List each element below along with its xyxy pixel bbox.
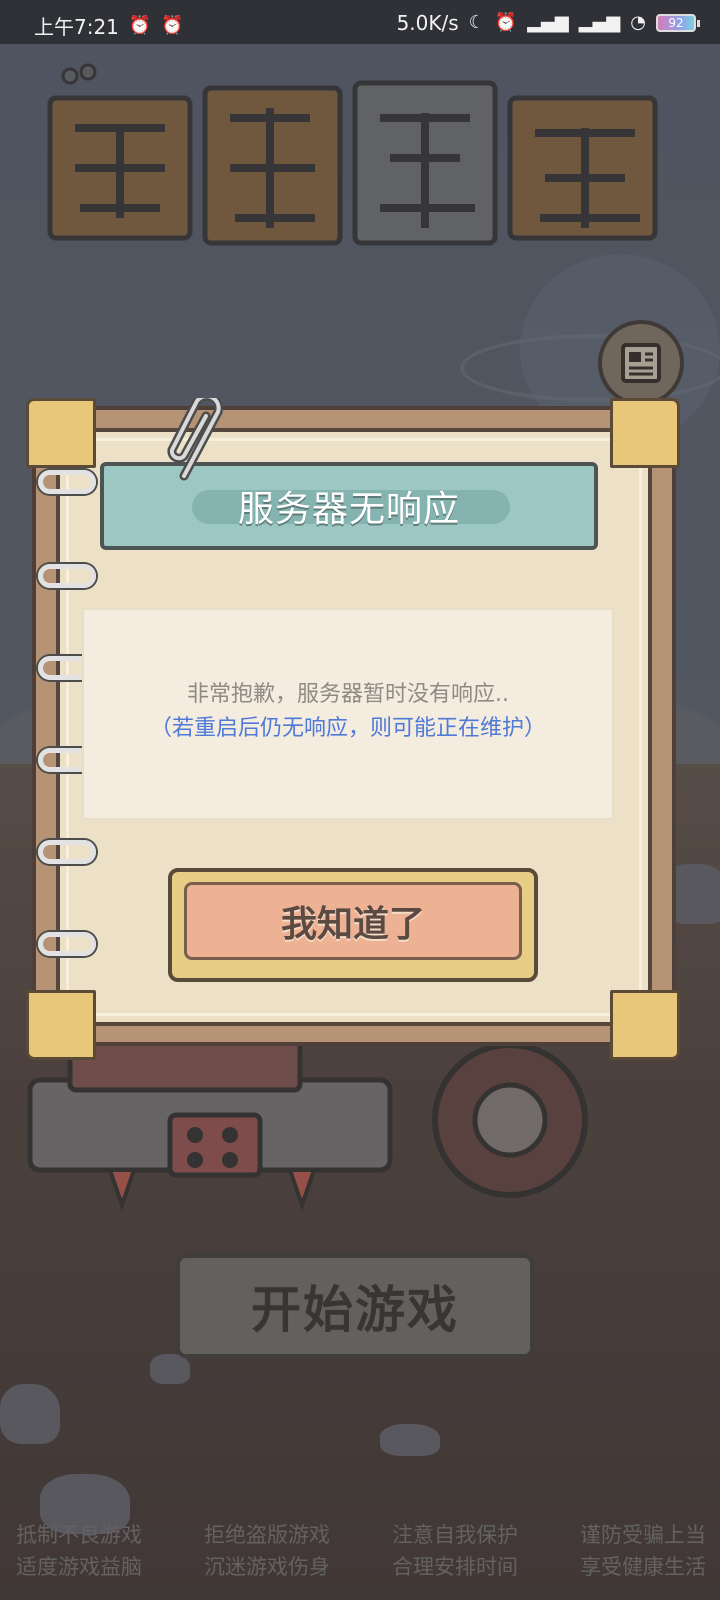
confirm-button[interactable]: 我知道了 bbox=[168, 868, 538, 982]
corner-bracket bbox=[26, 398, 96, 468]
alarm-icon: ⏰ bbox=[128, 14, 152, 36]
moon-icon: ☾ bbox=[468, 12, 485, 33]
corner-bracket bbox=[610, 398, 680, 468]
alarm-icon: ⏰ bbox=[161, 14, 184, 36]
binder-ring bbox=[38, 470, 96, 494]
alarm-icon: ⏰ bbox=[494, 12, 518, 33]
signal-icon: ▂▄▆ bbox=[527, 12, 569, 33]
status-bar: 上午7:21 ⏰ ⏰ 5.0K/s ☾ ⏰ ▂▄▆ ▂▄▆ ◔ 92 bbox=[0, 0, 720, 44]
binder-ring bbox=[38, 840, 96, 864]
clock-time: 上午7:21 bbox=[34, 15, 119, 39]
wifi-icon: ◔ bbox=[630, 12, 646, 33]
corner-bracket bbox=[610, 990, 680, 1060]
binder-ring bbox=[38, 564, 96, 588]
dialog-message-box: 非常抱歉，服务器暂时没有响应.. （若重启后仍无响应，则可能正在维护） bbox=[82, 608, 614, 820]
signal-icon: ▂▄▆ bbox=[578, 12, 621, 33]
dialog-message-hint: （若重启后仍无响应，则可能正在维护） bbox=[149, 716, 546, 741]
dialog-message: 非常抱歉，服务器暂时没有响应.. bbox=[187, 682, 509, 707]
binder-ring bbox=[38, 932, 96, 956]
battery-icon: 92 bbox=[656, 14, 700, 32]
network-speed: 5.0K/s bbox=[396, 11, 459, 35]
paperclip-icon bbox=[167, 398, 224, 481]
confirm-button-label: 我知道了 bbox=[184, 882, 522, 960]
corner-bracket bbox=[26, 990, 96, 1060]
